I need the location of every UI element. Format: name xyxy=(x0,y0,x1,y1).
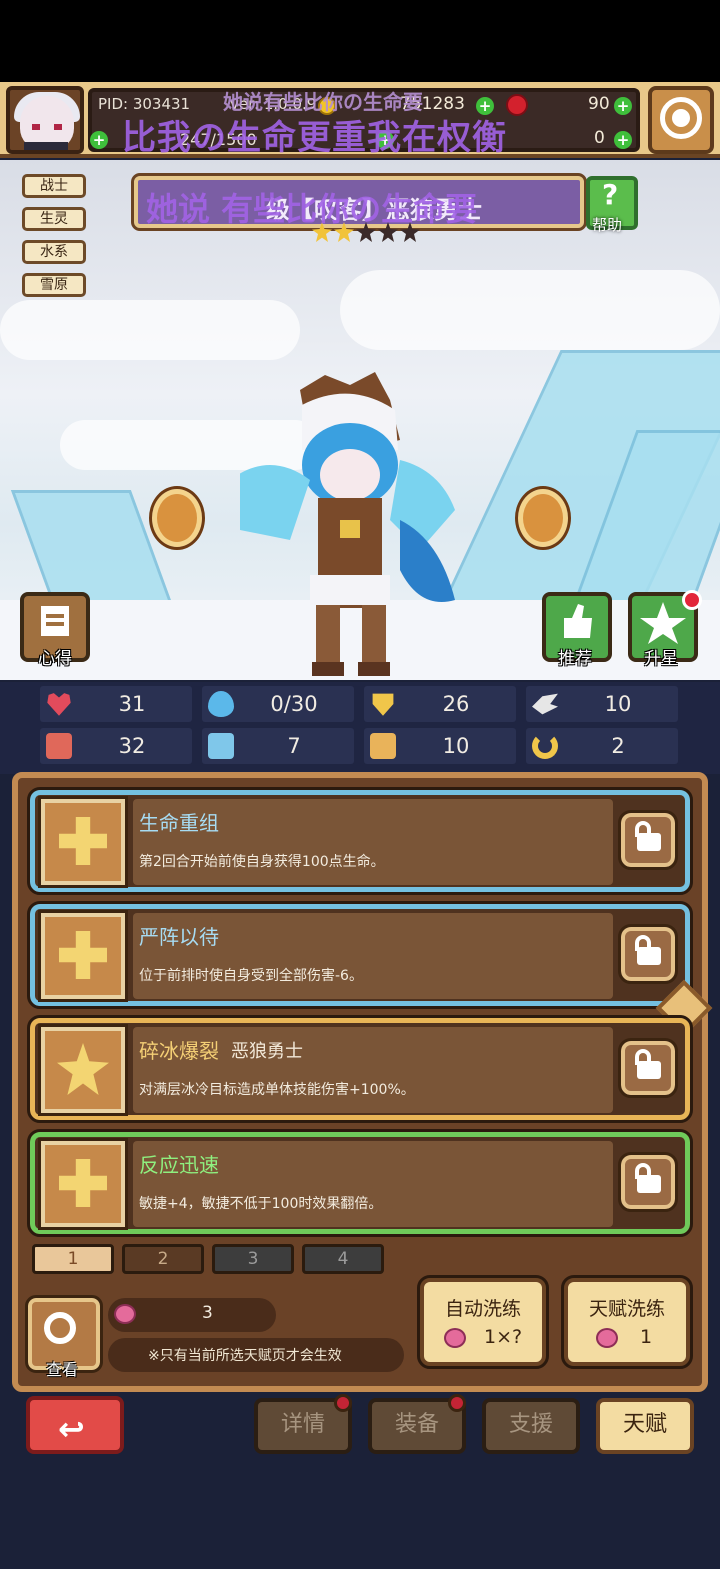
talent-subtitle: 恶狼勇士 xyxy=(231,1041,303,1062)
cross-icon xyxy=(59,817,107,865)
page-tab-3[interactable]: 3 xyxy=(212,1244,294,1274)
nav-talent[interactable]: 天赋 xyxy=(596,1398,694,1454)
stat-luck: 2 xyxy=(526,728,678,764)
talent-title: 生命重组 xyxy=(139,811,219,835)
magnifier-icon xyxy=(44,1312,76,1344)
hero-stats-panel: 31 0/30 26 10 32 7 10 2 xyxy=(0,682,720,774)
settings-button[interactable] xyxy=(648,86,714,154)
talent-desc: 敏捷+4，敏捷不低于100时效果翻倍。 xyxy=(139,1196,383,1212)
status-bar-area xyxy=(0,0,720,82)
water-drop-icon xyxy=(208,691,234,717)
auto-wash-button[interactable]: 自动洗练 1×? xyxy=(417,1275,549,1369)
peach-icon xyxy=(444,1328,466,1348)
right-skill-medal-icon[interactable] xyxy=(515,486,571,550)
auto-wash-title: 自动洗练 xyxy=(444,1298,521,1320)
tag-warrior[interactable]: 战士 xyxy=(22,174,86,198)
left-skill-medal-icon[interactable] xyxy=(149,486,205,550)
talent-card[interactable]: 反应迅速 敏捷+4，敏捷不低于100时效果翻倍。 xyxy=(27,1129,693,1237)
horseshoe-icon xyxy=(532,733,558,759)
hero-character-sprite xyxy=(240,372,455,676)
bottom-nav-bg xyxy=(0,1460,720,1569)
notification-dot xyxy=(448,1394,466,1412)
back-arrow-icon: ↩ xyxy=(58,1410,85,1448)
unlock-button[interactable] xyxy=(618,924,678,984)
stat-defense: 26 xyxy=(364,686,516,722)
gem-amount: 90 xyxy=(588,94,610,114)
talent-desc: 对满层冰冷目标造成单体技能伤害+100%。 xyxy=(139,1082,415,1098)
stat-agility: 10 xyxy=(526,686,678,722)
talent-desc: 第2回合开始前使自身获得100点生命。 xyxy=(139,854,385,870)
question-icon: ? xyxy=(602,178,619,211)
talent-card[interactable]: 碎冰爆裂 恶狼勇士 对满层冰冷目标造成单体技能伤害+100%。 xyxy=(27,1015,693,1123)
talent-desc: 位于前排时使自身受到全部伤害-6。 xyxy=(139,968,363,984)
peach-icon xyxy=(114,1304,136,1324)
back-button[interactable]: ↩ xyxy=(26,1396,124,1454)
stat-attack: 32 xyxy=(40,728,192,764)
unlock-button[interactable] xyxy=(618,1038,678,1098)
scroll-icon xyxy=(370,733,396,759)
page-tab-1[interactable]: 1 xyxy=(32,1244,114,1274)
stat-health: 31 xyxy=(40,686,192,722)
talent-card[interactable]: 生命重组 第2回合开始前使自身获得100点生命。 xyxy=(27,787,693,895)
game-screen: { "header":{ "pid":"PID: 303431", "versi… xyxy=(0,0,720,1569)
unlock-button[interactable] xyxy=(618,810,678,870)
stat-magic: 7 xyxy=(202,728,354,764)
talent-wash-title: 天赋洗练 xyxy=(588,1298,665,1320)
notification-dot xyxy=(334,1394,352,1412)
hero-tags: 战士 生灵 水系 雪原 xyxy=(22,174,86,306)
help-label: 帮助 xyxy=(592,216,623,234)
add-gem-icon[interactable]: + xyxy=(614,97,632,115)
heart-icon xyxy=(47,693,71,716)
cross-icon xyxy=(59,1159,107,1207)
notification-dot xyxy=(682,590,702,610)
danmaku-text: 她说 有些比你の生命要 xyxy=(146,190,478,228)
upgrade-star-label: 升星 xyxy=(644,649,678,669)
add-secondary-icon[interactable]: + xyxy=(614,131,632,149)
shield-icon xyxy=(372,693,394,716)
page-tab-4[interactable]: 4 xyxy=(302,1244,384,1274)
fist-icon xyxy=(46,733,72,759)
player-avatar[interactable] xyxy=(6,86,84,154)
page-tab-2[interactable]: 2 xyxy=(122,1244,204,1274)
talent-icon-box xyxy=(38,1024,128,1116)
cross-icon xyxy=(59,931,107,979)
notes-label: 心得 xyxy=(38,649,72,669)
wing-icon xyxy=(532,693,558,715)
unlock-button[interactable] xyxy=(618,1152,678,1212)
talent-page-note: ※只有当前所选天赋页才会生效 xyxy=(148,1348,342,1364)
tag-water[interactable]: 水系 xyxy=(22,240,86,264)
talent-title: 严阵以待 xyxy=(139,925,219,949)
talent-title: 反应迅速 xyxy=(139,1153,219,1177)
talent-wash-cost: 1 xyxy=(640,1326,653,1348)
peach-count: 3 xyxy=(202,1303,213,1323)
talent-card[interactable]: 严阵以待 位于前排时使自身受到全部伤害-6。 xyxy=(27,901,693,1009)
talent-icon-box xyxy=(38,796,128,888)
stat-mana: 0/30 xyxy=(202,686,354,722)
ruby-gem-icon xyxy=(506,94,528,116)
peach-icon xyxy=(596,1328,618,1348)
tag-creature[interactable]: 生灵 xyxy=(22,207,86,231)
tag-snowfield[interactable]: 雪原 xyxy=(22,273,86,297)
talent-icon-box xyxy=(38,1138,128,1230)
secondary-currency-amount: 0 xyxy=(594,128,605,148)
talent-title: 碎冰爆裂 xyxy=(139,1039,219,1063)
thumbs-up-icon xyxy=(564,604,592,638)
stat-skill: 10 xyxy=(364,728,516,764)
nav-support[interactable]: 支援 xyxy=(482,1398,580,1454)
notes-icon xyxy=(41,606,69,636)
view-label: 查看 xyxy=(46,1360,79,1379)
add-xp-icon[interactable]: + xyxy=(90,131,108,149)
book-icon xyxy=(208,733,234,759)
talent-wash-button[interactable]: 天赋洗练 1 xyxy=(561,1275,693,1369)
gear-icon xyxy=(660,97,702,139)
star-icon xyxy=(57,1043,109,1095)
recommend-label: 推荐 xyxy=(558,649,592,669)
danmaku-text: 比我の生命更重我在权衡 xyxy=(122,118,507,158)
auto-wash-cost: 1×? xyxy=(484,1326,523,1348)
talent-icon-box xyxy=(38,910,128,1002)
